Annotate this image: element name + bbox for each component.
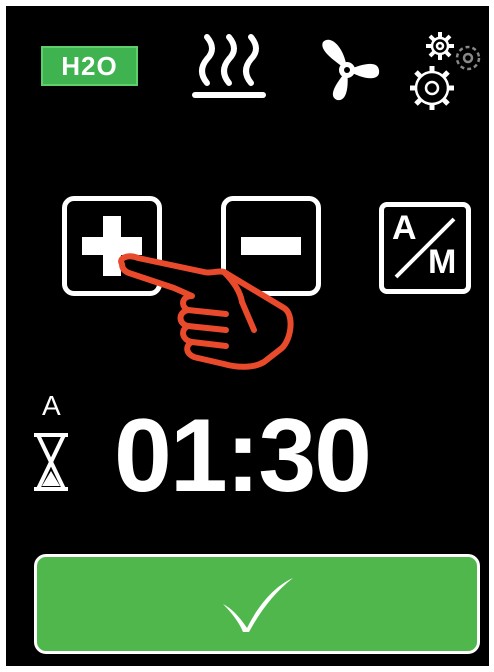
- water-indicator[interactable]: H2O: [41, 46, 138, 86]
- confirm-button[interactable]: [34, 554, 480, 654]
- timer-display: 01:30: [114, 398, 372, 514]
- manual-label: M: [428, 243, 457, 281]
- checkmark-icon: [223, 578, 293, 632]
- gears-icon[interactable]: [406, 28, 486, 114]
- pointing-hand-icon: [118, 253, 294, 370]
- hourglass-icon: [34, 433, 68, 491]
- fan-icon[interactable]: [311, 34, 383, 106]
- auto-manual-button[interactable]: A M: [379, 202, 471, 294]
- control-panel-screen: H2O A M A 01:30: [6, 6, 489, 666]
- steam-icon[interactable]: [189, 32, 269, 102]
- timer-mode-label: A: [42, 390, 61, 421]
